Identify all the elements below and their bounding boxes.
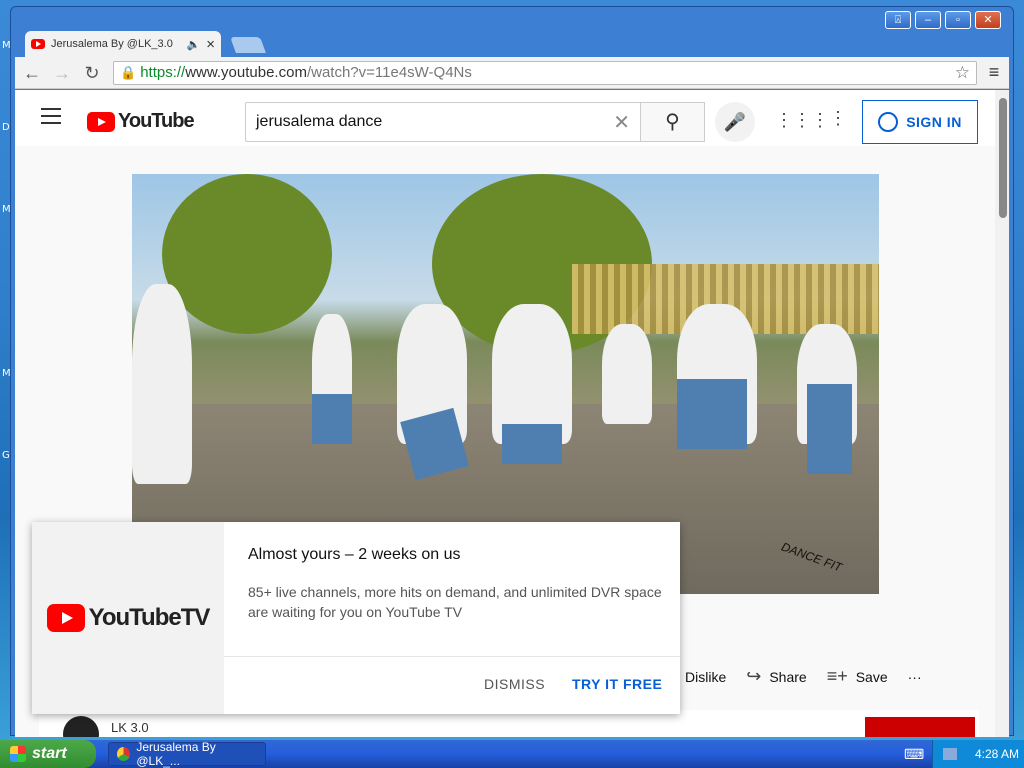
- youtube-page: YouTube jerusalema dance ✕ ⚲ 🎤 ⋮⋮⋮ ⋮ SIG…: [15, 90, 1009, 737]
- sign-in-button[interactable]: SIGN IN: [862, 100, 978, 144]
- promo-divider: [224, 656, 680, 657]
- desktop-icon-label: D: [2, 122, 10, 133]
- video-scene-dancer: [492, 304, 572, 444]
- search-button[interactable]: ⚲: [641, 102, 705, 142]
- youtube-tv-logo: YouTubeTV: [46, 604, 211, 632]
- video-scene-dancer: [602, 324, 652, 424]
- clear-search-icon[interactable]: ✕: [613, 110, 630, 135]
- url-path: /watch?v=11e4sW-Q4Ns: [306, 64, 472, 81]
- youtube-favicon-icon: [31, 39, 45, 49]
- speaker-icon[interactable]: 🔈: [187, 38, 201, 51]
- share-label: Share: [769, 668, 807, 685]
- dislike-button[interactable]: Dislike: [685, 669, 726, 685]
- task-title: Jerusalema By @LK_...: [136, 740, 216, 768]
- video-scene-dancer: [312, 394, 352, 444]
- youtube-tv-promo-dialog: YouTubeTV Almost yours – 2 weeks on us 8…: [32, 522, 680, 714]
- dislike-label: Dislike: [685, 668, 727, 685]
- system-tray: 4:28 AM: [932, 740, 1024, 768]
- search-input[interactable]: jerusalema dance ✕: [245, 102, 641, 142]
- youtube-header: YouTube jerusalema dance ✕ ⚲ 🎤 ⋮⋮⋮ ⋮ SIG…: [15, 90, 995, 146]
- subscribe-button[interactable]: [865, 717, 975, 737]
- video-scene-tree: [162, 174, 332, 334]
- video-actions: Dislike ↪ Share ≡+ Save ···: [685, 666, 942, 687]
- search-icon: ⚲: [665, 111, 680, 133]
- tab-title: Jerusalema By @LK_3.0: [51, 38, 173, 50]
- try-it-free-button[interactable]: TRY IT FREE: [572, 676, 662, 692]
- voice-search-button[interactable]: 🎤: [715, 102, 755, 142]
- taskbar: start Jerusalema By @LK_... ⌨ 4:28 AM: [0, 740, 1024, 768]
- tab-strip: Jerusalema By @LK_3.0 🔈 ×: [19, 27, 1009, 57]
- youtube-play-icon: [46, 604, 85, 632]
- address-bar[interactable]: 🔒 https:// www.youtube.com /watch?v=11e4…: [113, 60, 977, 85]
- youtube-logo[interactable]: YouTube: [87, 110, 195, 133]
- video-scene-dancer: [807, 384, 852, 474]
- promo-body: 85+ live channels, more hits on demand, …: [248, 584, 662, 620]
- dismiss-button[interactable]: DISMISS: [484, 676, 545, 692]
- channel-name[interactable]: LK 3.0: [111, 720, 149, 735]
- reload-icon[interactable]: ↻: [79, 60, 105, 86]
- user-avatar-icon: [878, 112, 899, 132]
- back-icon[interactable]: ←: [19, 60, 45, 86]
- start-label: start: [32, 745, 67, 762]
- video-scene-dancer: [677, 379, 747, 449]
- browser-menu-icon[interactable]: ≡: [983, 62, 1005, 83]
- url-host: www.youtube.com: [185, 64, 307, 81]
- network-icon[interactable]: [943, 748, 957, 760]
- more-options-icon[interactable]: ⋮: [829, 108, 847, 129]
- url-scheme: https://: [140, 64, 186, 81]
- save-button[interactable]: ≡+ Save: [827, 666, 888, 687]
- share-button[interactable]: ↪ Share: [746, 666, 806, 687]
- windows-flag-icon: [10, 746, 26, 762]
- forward-icon[interactable]: →: [49, 60, 75, 86]
- start-button[interactable]: start: [0, 740, 96, 768]
- keyboard-icon[interactable]: ⌨: [904, 746, 924, 763]
- apps-grid-icon[interactable]: ⋮⋮⋮: [775, 110, 829, 131]
- search-query: jerusalema dance: [256, 113, 383, 130]
- browser-tab[interactable]: Jerusalema By @LK_3.0 🔈 ×: [25, 31, 221, 57]
- youtube-logo-text: YouTube: [118, 110, 195, 132]
- video-scene-dancer: [132, 284, 192, 484]
- clock: 4:28 AM: [975, 747, 1020, 761]
- microphone-icon: 🎤: [723, 112, 747, 132]
- scrollbar-thumb[interactable]: [999, 98, 1007, 218]
- chrome-icon: [117, 747, 131, 761]
- more-actions-icon[interactable]: ···: [908, 669, 922, 685]
- video-scene-dancer: [502, 424, 562, 464]
- share-icon: ↪: [746, 666, 762, 686]
- desktop-icon-label: G: [2, 450, 10, 461]
- save-label: Save: [855, 668, 888, 685]
- taskbar-task-browser[interactable]: Jerusalema By @LK_...: [108, 740, 266, 768]
- channel-row: [39, 710, 979, 737]
- new-tab-button[interactable]: [230, 37, 266, 53]
- page-scrollbar[interactable]: [995, 90, 1009, 737]
- add-to-playlist-icon: ≡+: [826, 666, 848, 686]
- promo-title: Almost yours – 2 weeks on us: [248, 546, 461, 563]
- browser-toolbar: ← → ↻ 🔒 https:// www.youtube.com /watch?…: [15, 57, 1009, 89]
- browser-window: ⍓ – ▫ ✕ Jerusalema By @LK_3.0 🔈 × ← → ↻ …: [10, 6, 1014, 737]
- hamburger-menu-icon[interactable]: [41, 108, 61, 124]
- promo-logo-panel: YouTubeTV: [32, 522, 224, 714]
- bookmark-star-icon[interactable]: ☆: [955, 63, 970, 83]
- youtube-play-icon: [87, 111, 115, 132]
- sign-in-label: SIGN IN: [906, 114, 962, 130]
- youtube-tv-logo-text: YouTubeTV: [88, 604, 211, 631]
- lock-icon: 🔒: [120, 64, 137, 80]
- tab-close-icon[interactable]: ×: [206, 36, 215, 53]
